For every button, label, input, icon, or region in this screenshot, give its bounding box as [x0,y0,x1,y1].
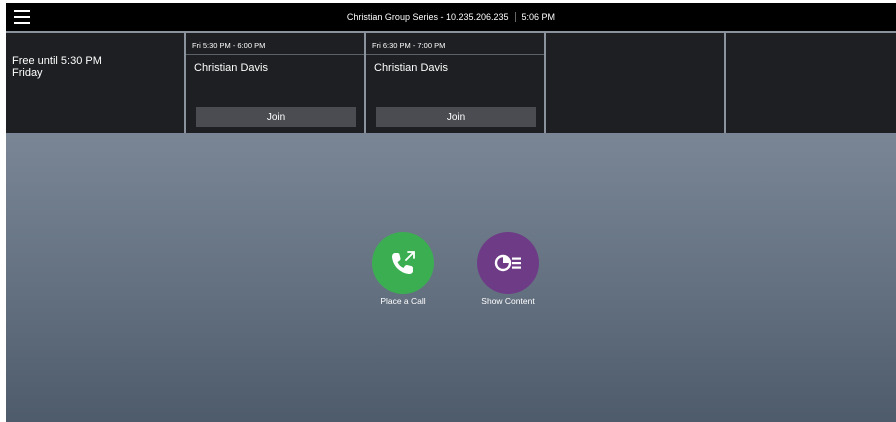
calendar-strip: Free until 5:30 PM Friday Fri 5:30 PM - … [6,31,896,133]
place-call-button[interactable]: Place a Call [358,232,448,306]
availability-text: Free until 5:30 PM [12,55,102,67]
place-call-label: Place a Call [380,296,426,306]
system-info: Christian Group Series - 10.235.206.235 … [6,3,896,31]
meeting-time: Fri 5:30 PM - 6:00 PM [186,33,364,55]
content-share-icon [494,254,521,272]
home-screen: Place a Call Show Content [6,133,896,422]
empty-slot [726,33,896,133]
join-button[interactable]: Join [196,107,356,127]
availability-day: Friday [12,67,43,79]
show-content-circle[interactable] [477,232,539,294]
meeting-time: Fri 6:30 PM - 7:00 PM [366,33,544,55]
join-button[interactable]: Join [376,107,536,127]
availability-status: Free until 5:30 PM Friday [6,33,186,133]
clock: 5:06 PM [514,12,555,22]
meeting-card[interactable]: Fri 5:30 PM - 6:00 PM Christian Davis Jo… [186,33,366,133]
meeting-organizer: Christian Davis [194,62,268,74]
top-bar: Christian Group Series - 10.235.206.235 … [6,3,896,31]
empty-slot [546,33,726,133]
system-title: Christian Group Series - 10.235.206.235 [346,12,509,22]
meeting-organizer: Christian Davis [374,62,448,74]
show-content-button[interactable]: Show Content [463,232,553,306]
show-content-label: Show Content [481,296,535,306]
place-call-circle[interactable] [372,232,434,294]
meeting-card[interactable]: Fri 6:30 PM - 7:00 PM Christian Davis Jo… [366,33,546,133]
phone-outgoing-icon [392,251,415,274]
